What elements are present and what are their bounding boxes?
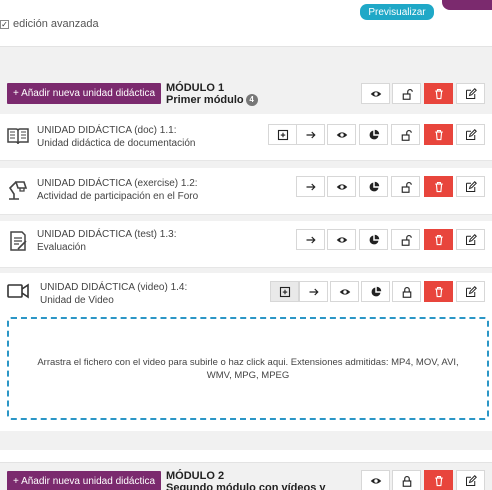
lock-button[interactable] xyxy=(392,281,421,302)
delete-button[interactable] xyxy=(424,470,453,490)
lock-button[interactable] xyxy=(391,124,420,145)
view-button[interactable] xyxy=(327,124,356,145)
preview-button[interactable]: Previsualizar xyxy=(360,4,434,20)
unit-title: UNIDAD DIDÁCTICA (doc) 1.1: xyxy=(37,125,177,136)
lock-open-icon xyxy=(401,181,412,193)
lock-button[interactable] xyxy=(391,229,420,250)
top-bar: Previsualizar ✓ edición avanzada xyxy=(0,0,492,46)
video-camera-icon xyxy=(7,283,29,299)
module-2-panel: + Añadir nueva unidad didáctica MÓDULO 2… xyxy=(0,462,492,490)
pie-chart-icon xyxy=(369,129,379,139)
unit-title: UNIDAD DIDÁCTICA (exercise) 1.2: xyxy=(37,178,198,189)
view-button[interactable] xyxy=(330,281,359,302)
unit-title: UNIDAD DIDÁCTICA (video) 1.4: xyxy=(40,282,188,293)
delete-button[interactable] xyxy=(424,124,453,145)
trash-icon xyxy=(434,286,443,297)
lamp-icon xyxy=(8,181,28,200)
check-icon[interactable]: ✓ xyxy=(0,19,9,29)
edit-button[interactable] xyxy=(456,470,485,490)
view-button[interactable] xyxy=(327,176,356,197)
lock-button[interactable] xyxy=(391,176,420,197)
edit-button[interactable] xyxy=(456,124,485,145)
trash-icon xyxy=(434,181,443,192)
arrow-right-icon xyxy=(306,183,316,190)
open-button[interactable] xyxy=(299,281,328,302)
open-button[interactable] xyxy=(296,124,325,145)
edit-icon xyxy=(465,285,477,297)
open-button[interactable] xyxy=(296,176,325,197)
stats-button[interactable] xyxy=(359,124,388,145)
lock-open-icon xyxy=(401,234,412,246)
edit-icon xyxy=(465,474,477,486)
lock-button[interactable] xyxy=(392,470,421,490)
unit-subtitle: Actividad de participación en el Foro xyxy=(37,191,199,202)
edit-icon xyxy=(465,128,477,140)
unit-row-1-3: UNIDAD DIDÁCTICA (test) 1.3: Evaluación xyxy=(0,221,492,268)
edit-button[interactable] xyxy=(456,176,485,197)
lock-button[interactable] xyxy=(392,83,421,104)
edit-button[interactable] xyxy=(456,83,485,104)
add-box-icon xyxy=(279,286,290,297)
pie-chart-icon xyxy=(371,286,381,296)
test-icon xyxy=(10,231,27,251)
view-button[interactable] xyxy=(361,470,390,490)
trash-icon xyxy=(434,234,443,245)
unit-subtitle: Unidad didáctica de documentación xyxy=(37,138,196,149)
unit-row-1-1: UNIDAD DIDÁCTICA (doc) 1.1: Unidad didác… xyxy=(0,114,492,161)
add-unit-button[interactable]: + Añadir nueva unidad didáctica xyxy=(7,471,162,490)
delete-button[interactable] xyxy=(424,229,453,250)
pie-chart-icon xyxy=(369,234,379,244)
delete-button[interactable] xyxy=(424,176,453,197)
lock-open-icon xyxy=(401,129,412,141)
edit-icon xyxy=(465,180,477,192)
stats-button[interactable] xyxy=(359,229,388,250)
arrow-right-icon xyxy=(306,236,316,243)
arrow-right-icon xyxy=(306,131,316,138)
trash-icon xyxy=(434,129,443,140)
module-1-title: MÓDULO 1 Primer módulo 4 xyxy=(166,82,258,107)
book-icon xyxy=(7,128,29,145)
add-box-icon xyxy=(277,129,288,140)
delete-button[interactable] xyxy=(424,281,453,302)
edit-icon xyxy=(465,87,477,99)
unit-count-badge: 4 xyxy=(245,94,258,107)
view-button[interactable] xyxy=(361,83,390,104)
eye-icon xyxy=(336,183,347,190)
trash-icon xyxy=(434,475,443,486)
top-corner-tab[interactable] xyxy=(442,0,492,10)
edit-button[interactable] xyxy=(456,281,485,302)
lock-closed-icon xyxy=(402,475,411,487)
stats-button[interactable] xyxy=(359,176,388,197)
edit-icon xyxy=(465,233,477,245)
open-button[interactable] xyxy=(296,229,325,250)
trash-icon xyxy=(434,88,443,99)
view-button[interactable] xyxy=(327,229,356,250)
eye-icon xyxy=(339,288,350,295)
lock-open-icon xyxy=(402,88,413,100)
lock-closed-icon xyxy=(402,286,411,298)
add-content-button[interactable] xyxy=(270,281,299,302)
stats-button[interactable] xyxy=(361,281,390,302)
dropzone-text: Arrastra el fichero con el video para su… xyxy=(37,356,459,381)
eye-icon xyxy=(336,131,347,138)
eye-icon xyxy=(336,236,347,243)
add-content-button[interactable] xyxy=(268,124,297,145)
video-upload-dropzone[interactable]: Arrastra el fichero con el video para su… xyxy=(7,317,489,420)
eye-icon xyxy=(370,477,381,484)
module-2-title: MÓDULO 2 Segundo módulo con vídeos y xyxy=(166,470,326,490)
unit-subtitle: Unidad de Video xyxy=(40,295,114,306)
unit-row-1-2: UNIDAD DIDÁCTICA (exercise) 1.2: Activid… xyxy=(0,168,492,215)
edit-button[interactable] xyxy=(456,229,485,250)
unit-title: UNIDAD DIDÁCTICA (test) 1.3: xyxy=(37,229,177,240)
arrow-right-icon xyxy=(309,288,319,295)
eye-icon xyxy=(370,90,381,97)
add-unit-button[interactable]: + Añadir nueva unidad didáctica xyxy=(7,83,162,104)
unit-subtitle: Evaluación xyxy=(37,242,86,253)
advanced-edit-label: edición avanzada xyxy=(13,18,99,30)
advanced-edit-checkbox[interactable]: ✓ edición avanzada xyxy=(0,18,99,30)
pie-chart-icon xyxy=(369,181,379,191)
delete-button[interactable] xyxy=(424,83,453,104)
